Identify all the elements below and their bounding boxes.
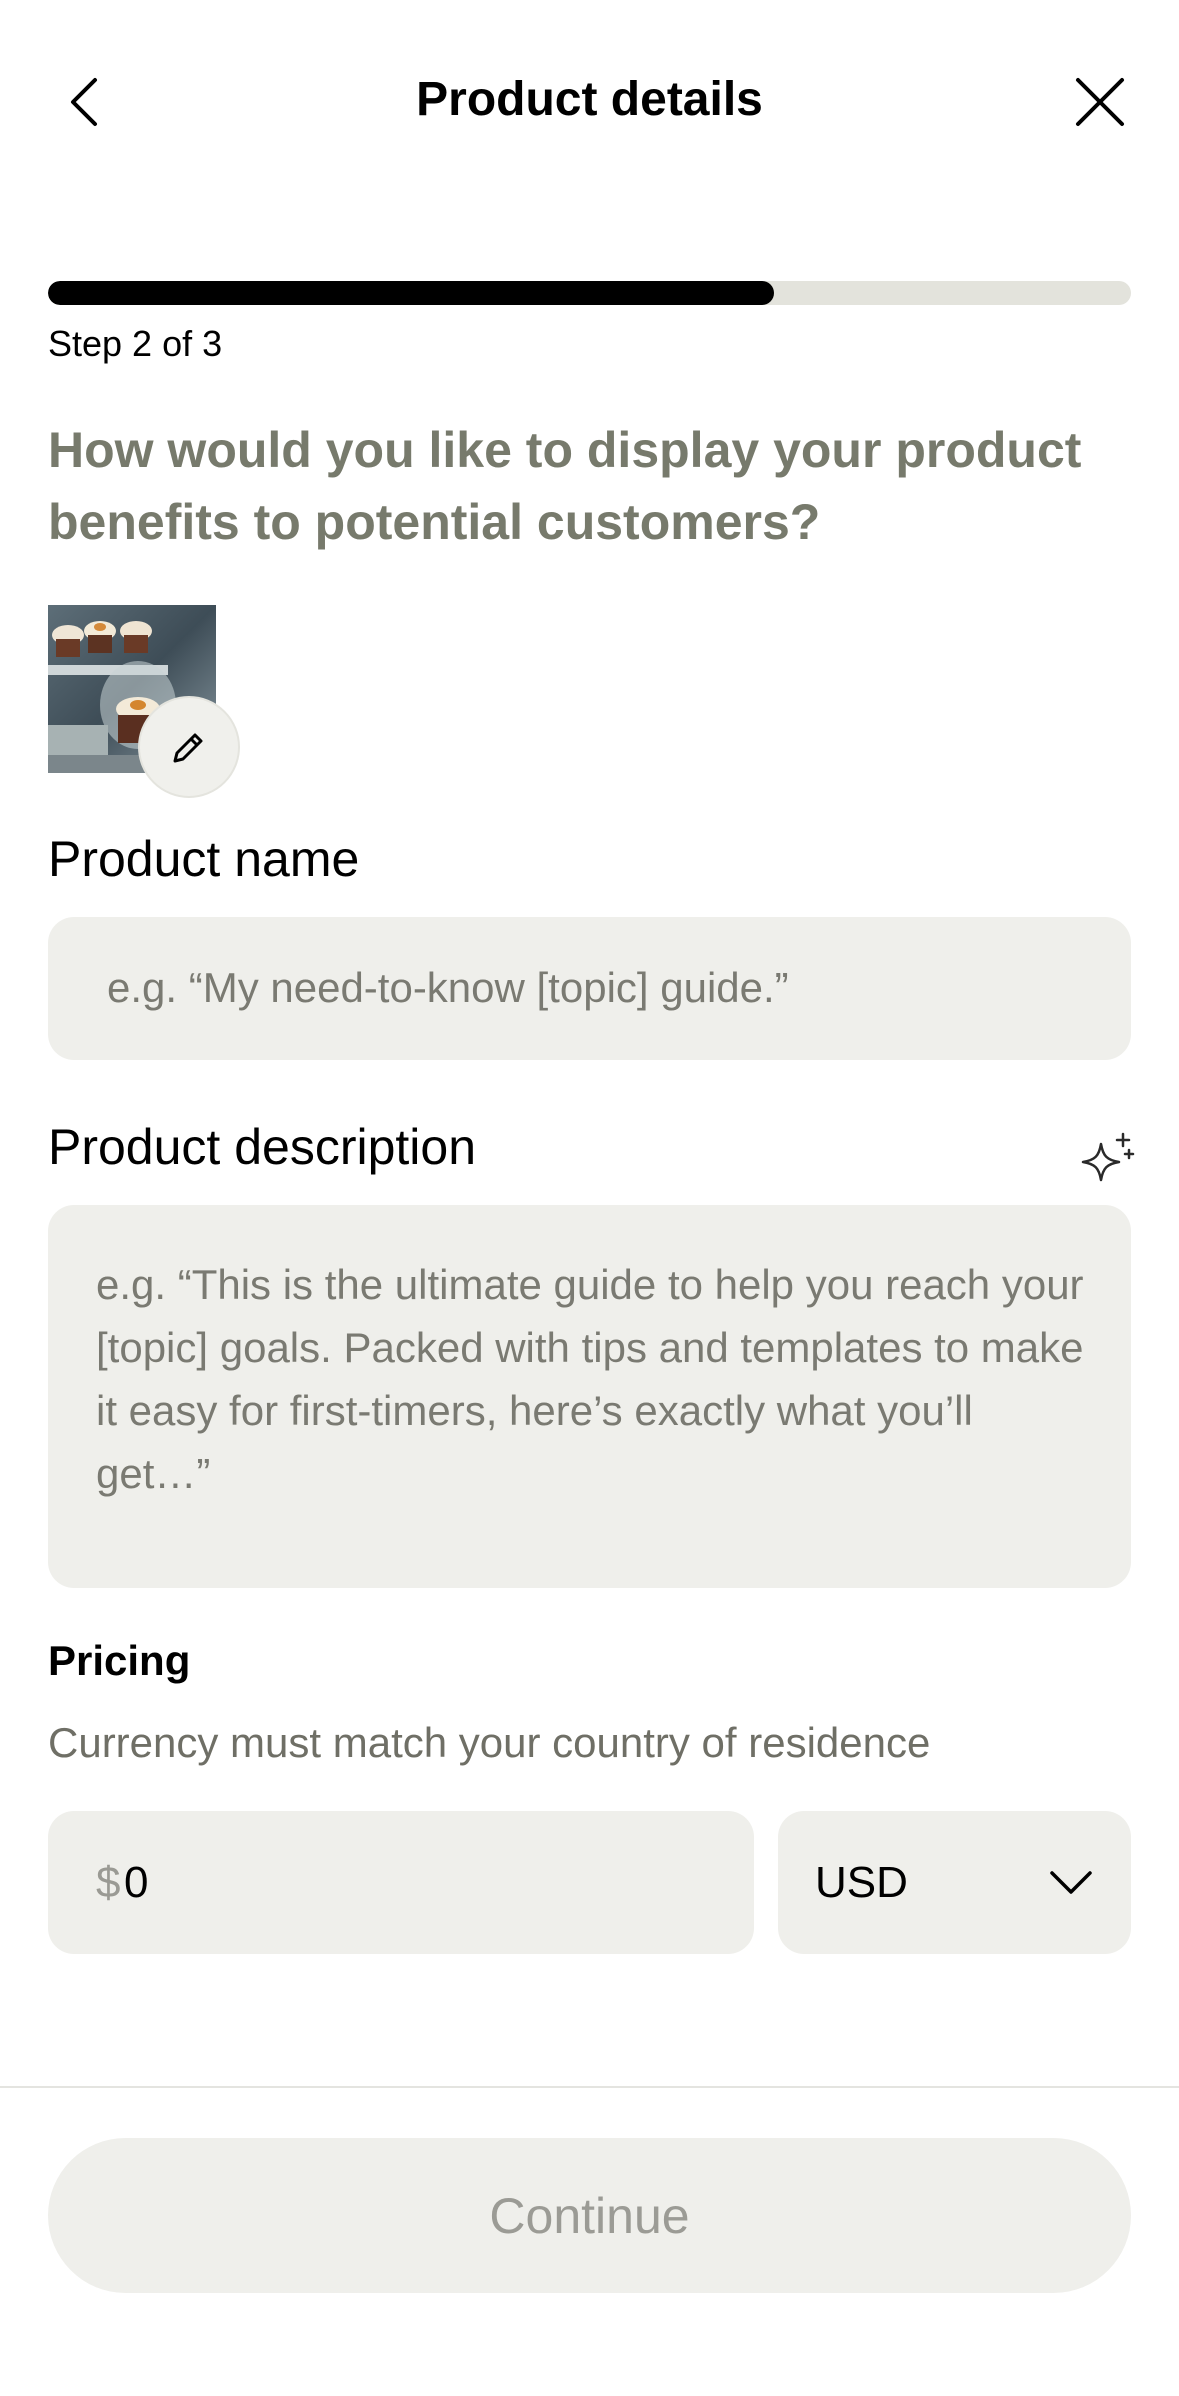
- product-description-placeholder: e.g. “This is the ultimate guide to help…: [96, 1261, 1084, 1497]
- sparkle-icon: [1081, 1132, 1135, 1182]
- pricing-subtitle: Currency must match your country of resi…: [48, 1719, 931, 1766]
- close-button[interactable]: [1060, 62, 1140, 142]
- product-description-field[interactable]: e.g. “This is the ultimate guide to help…: [48, 1205, 1131, 1588]
- product-name-label: Product name: [48, 831, 360, 887]
- question-heading: How would you like to display your produ…: [48, 422, 1082, 550]
- product-name-placeholder: e.g. “My need-to-know [topic] guide.”: [107, 964, 789, 1011]
- pricing-title: Pricing: [48, 1637, 191, 1684]
- step-label: Step 2 of 3: [48, 323, 223, 364]
- chevron-down-icon: [1050, 1871, 1092, 1894]
- page-title: Product details: [416, 73, 763, 126]
- progress-bar-fill: [48, 281, 774, 305]
- edit-image-button[interactable]: [138, 696, 240, 798]
- currency-dropdown[interactable]: USD: [778, 1811, 1131, 1954]
- price-value: 0: [124, 1858, 149, 1907]
- footer-divider: [0, 2086, 1179, 2088]
- product-name-field[interactable]: e.g. “My need-to-know [topic] guide.”: [48, 917, 1131, 1060]
- currency-value: USD: [815, 1858, 908, 1907]
- price-input[interactable]: $ 0: [48, 1811, 754, 1954]
- progress-bar: [48, 281, 1131, 305]
- product-description-label: Product description: [48, 1119, 477, 1175]
- continue-button[interactable]: Continue: [48, 2138, 1131, 2293]
- currency-symbol: $: [96, 1858, 121, 1907]
- header-bar: Product details: [0, 0, 1179, 200]
- close-icon: [1076, 78, 1124, 126]
- pencil-icon: [173, 733, 203, 763]
- ai-generate-button[interactable]: [1072, 1125, 1142, 1195]
